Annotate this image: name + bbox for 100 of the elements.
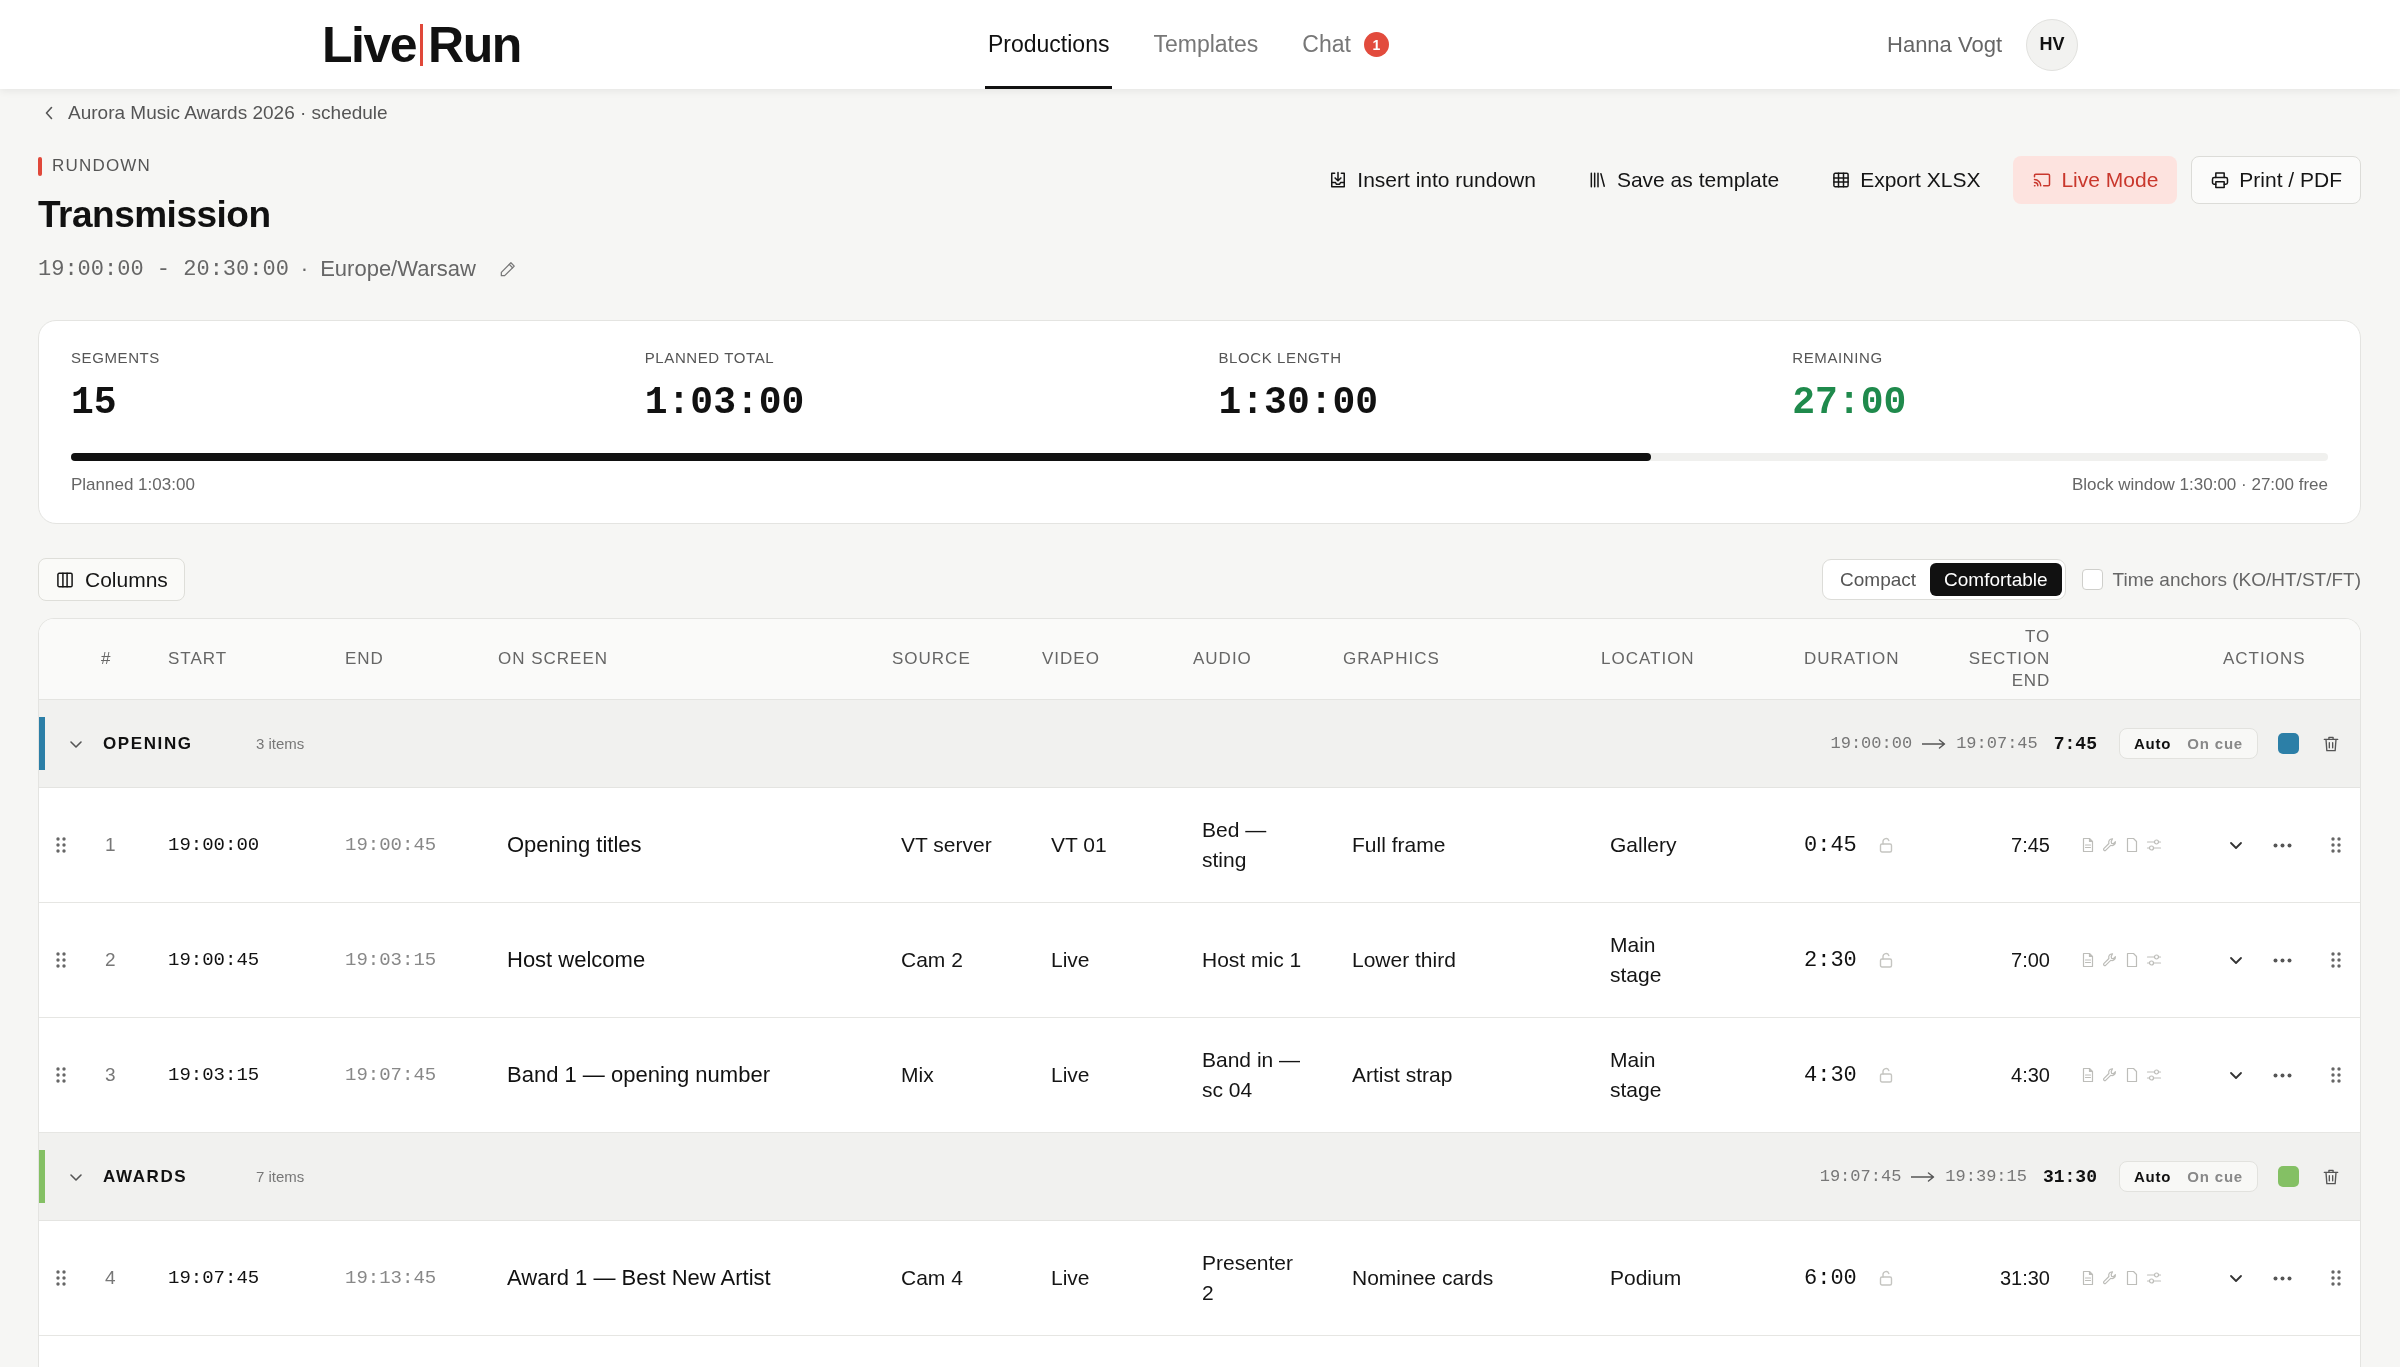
time-to-section-end: 31:30 (1999, 1266, 2050, 1290)
drag-handle-icon[interactable] (56, 1067, 66, 1083)
stat-value: 15 (71, 381, 117, 425)
document-icon (2080, 952, 2096, 968)
segment-title: Opening titles (507, 832, 642, 858)
column-header: SOURCE (892, 648, 971, 670)
cast-icon (2032, 170, 2053, 190)
row-number: 1 (104, 834, 116, 856)
cue-mode-option[interactable]: Auto (2134, 735, 2172, 752)
logo-divider-icon (420, 23, 424, 66)
drag-handle-icon[interactable] (56, 1270, 66, 1286)
drag-handle-icon[interactable] (2331, 952, 2341, 968)
graphics-text: Nominee cards (1352, 1265, 1494, 1291)
nav-tab[interactable]: Chat 1 (1299, 0, 1392, 89)
chevron-left-icon (44, 105, 54, 121)
wrench-icon (2102, 1270, 2118, 1286)
video-text: Live (1051, 1265, 1090, 1291)
timezone-label: Europe/Warsaw (320, 256, 476, 282)
sliders-icon (2146, 837, 2162, 853)
nav-tab[interactable]: Productions (985, 0, 1113, 89)
separator-dot: · (300, 256, 309, 282)
color-swatch-icon[interactable] (2278, 1166, 2299, 1187)
time-range: 19:00:00 - 20:30:00 (38, 256, 289, 282)
segment-title: Award 1 — Best New Artist (507, 1265, 771, 1291)
end-time: 19:13:45 (345, 1267, 437, 1289)
column-header: TO SECTION END (1967, 626, 2050, 692)
wrench-icon (2102, 1067, 2118, 1083)
density-option[interactable]: Compact (1826, 563, 1931, 596)
video-text: Live (1051, 947, 1090, 973)
document-icon (2080, 1270, 2096, 1286)
wrench-icon (2102, 837, 2118, 853)
logo-text: Live (322, 19, 417, 70)
more-icon[interactable] (2273, 842, 2292, 848)
segment-title: Host welcome (507, 947, 646, 973)
toolbar-button[interactable]: Save as template (1568, 156, 1799, 204)
user-avatar[interactable]: HV (2026, 18, 2078, 71)
color-swatch-icon[interactable] (2278, 733, 2299, 754)
time-anchors-checkbox[interactable] (2081, 569, 2103, 590)
cue-mode-option[interactable]: Auto (2134, 1168, 2172, 1185)
eyebrow-label: RUNDOWN (52, 156, 152, 176)
columns-button[interactable]: Columns (38, 558, 185, 601)
stat-value: 27:00 (1792, 381, 1907, 425)
accent-bar-icon (38, 156, 42, 176)
toolbar-button[interactable]: Export XLSX (1812, 156, 2000, 204)
arrow-right-icon (1922, 738, 1947, 749)
document-icon (2080, 837, 2096, 853)
arrow-right-icon (1911, 1171, 1936, 1182)
source-text: Cam 4 (901, 1265, 963, 1291)
location-text: Podium (1610, 1265, 1682, 1291)
source-text: VT server (901, 832, 992, 858)
column-header: ON SCREEN (498, 648, 609, 670)
density-option[interactable]: Comfortable (1930, 563, 2062, 596)
section-total: 31:30 (2042, 1166, 2097, 1187)
page-icon (2124, 837, 2140, 853)
time-to-section-end: 7:45 (2011, 833, 2050, 857)
duration-value: 0:45 (1804, 832, 1857, 858)
column-header: AUDIO (1193, 648, 1252, 670)
logo-text: Run (428, 19, 521, 70)
section-total: 7:45 (2053, 733, 2097, 754)
drag-handle-icon[interactable] (56, 837, 66, 853)
drag-handle-icon[interactable] (2331, 837, 2341, 853)
drag-handle-icon[interactable] (2331, 1270, 2341, 1286)
time-to-section-end: 7:00 (2011, 948, 2050, 972)
sliders-icon (2146, 952, 2162, 968)
column-header: GRAPHICS (1343, 648, 1440, 670)
stat-label: REMAINING (1792, 349, 1883, 367)
range-start-time: 19:07:45 (1819, 1167, 1902, 1186)
wrench-icon (2102, 952, 2118, 968)
breadcrumb-link[interactable]: Aurora Music Awards 2026 · schedule (38, 101, 388, 125)
more-icon[interactable] (2273, 1275, 2292, 1281)
location-text: Main stage (1610, 932, 1663, 988)
start-time: 19:03:15 (168, 1064, 260, 1086)
start-time: 19:00:45 (168, 949, 260, 971)
source-text: Cam 2 (901, 947, 963, 973)
unread-badge: 1 (1363, 32, 1389, 57)
range-end-time: 19:07:45 (1956, 734, 2038, 753)
more-icon[interactable] (2273, 957, 2292, 963)
document-icon (2080, 1067, 2096, 1083)
end-time: 19:03:15 (345, 949, 437, 971)
toolbar-button[interactable]: Live Mode (2013, 156, 2178, 204)
range-end-time: 19:39:15 (1945, 1167, 2027, 1186)
audio-text: Band in — sc 04 (1202, 1047, 1302, 1103)
more-icon[interactable] (2273, 1072, 2292, 1078)
user-name: Hanna Vogt (1887, 31, 2002, 58)
source-text: Mix (901, 1062, 934, 1088)
row-number: 4 (104, 1267, 116, 1289)
item-count: 3 items (256, 735, 305, 752)
toolbar-button[interactable]: Print / PDF (2191, 156, 2361, 204)
section-name: OPENING (103, 733, 193, 754)
drag-handle-icon[interactable] (2331, 1067, 2341, 1083)
sliders-icon (2146, 1067, 2162, 1083)
column-header: LOCATION (1601, 648, 1695, 670)
drag-handle-icon[interactable] (56, 952, 66, 968)
nav-tab[interactable]: Templates (1150, 0, 1262, 89)
column-header: DURATION (1804, 648, 1900, 670)
range-start-time: 19:00:00 (1830, 734, 1913, 753)
toolbar-button[interactable]: Insert into rundown (1309, 156, 1555, 204)
page-icon (2124, 1270, 2140, 1286)
end-time: 19:00:45 (345, 834, 437, 856)
segment-title: Band 1 — opening number (507, 1062, 770, 1088)
